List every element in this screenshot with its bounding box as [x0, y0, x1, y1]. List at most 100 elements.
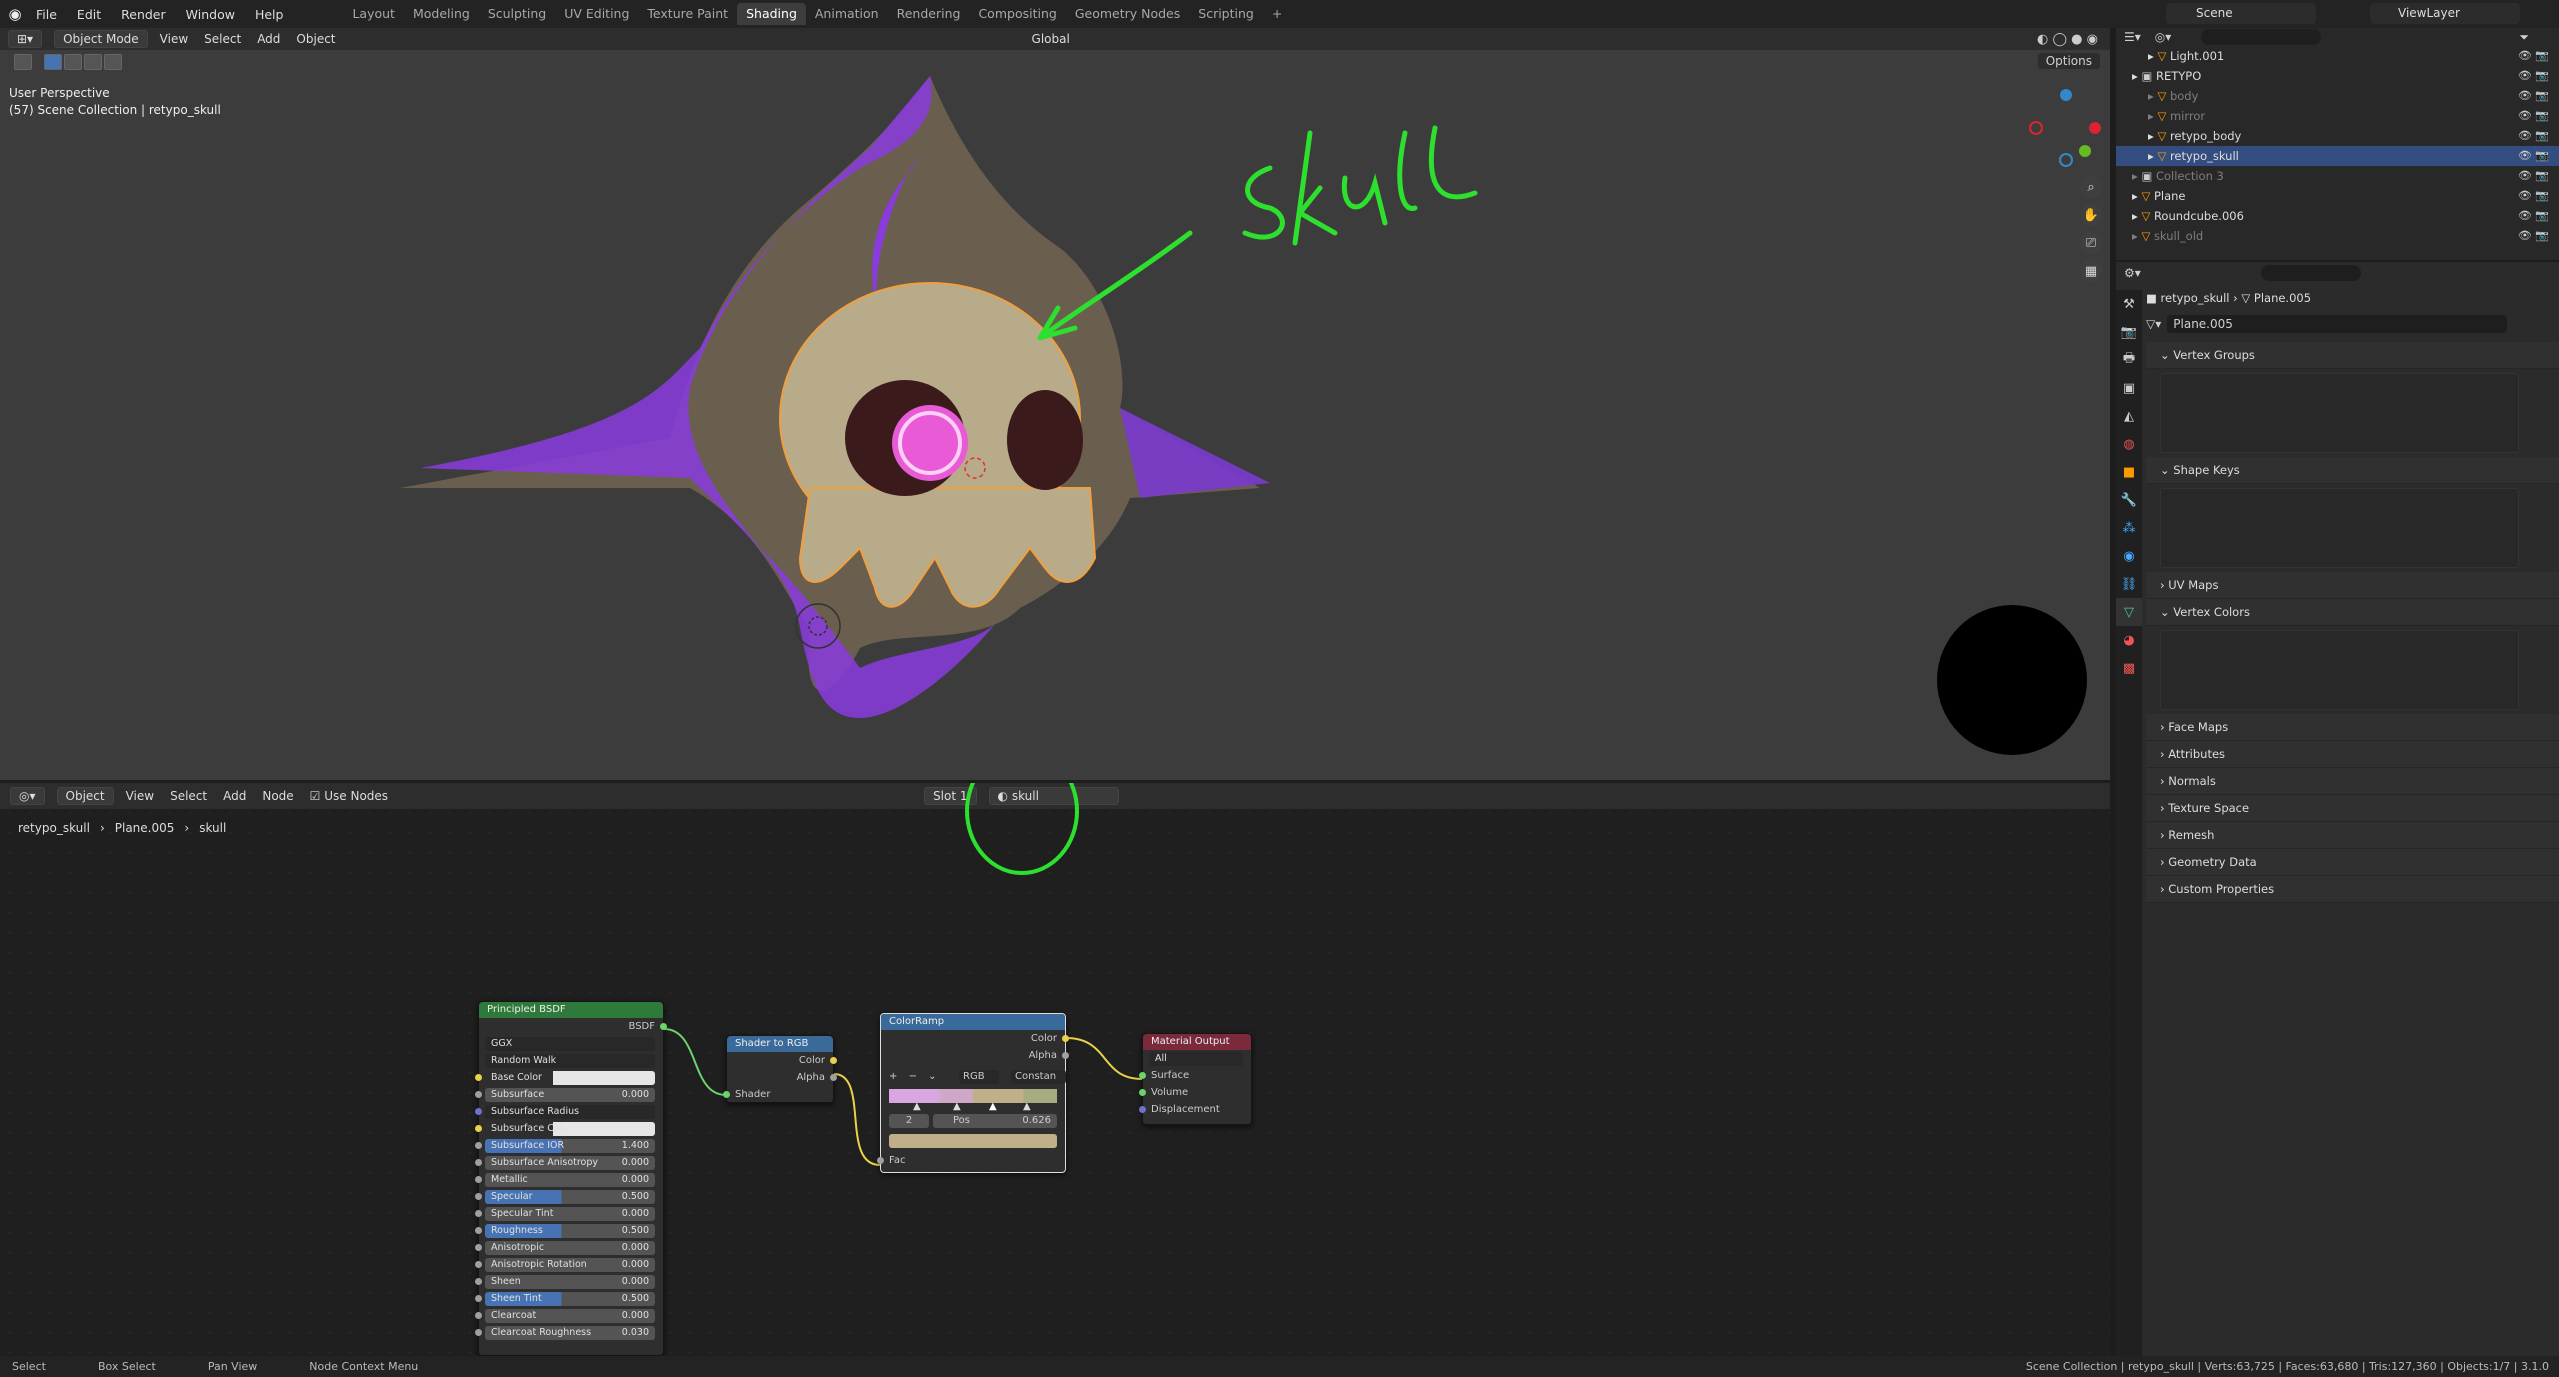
gizmo-z-icon[interactable] [2060, 89, 2072, 101]
property-section-header[interactable]: › Custom Properties [2146, 876, 2559, 903]
outliner-search-input[interactable] [2201, 29, 2322, 45]
bsdf-field[interactable]: Specular 0.500 [485, 1190, 655, 1204]
bsdf-field[interactable]: Subsurface 0.000 [485, 1088, 655, 1102]
scene-selector[interactable]: Scene [2166, 3, 2316, 24]
outliner-item[interactable]: ▸ ▣ Collection 3 👁 📷 [2116, 166, 2559, 186]
property-section-header[interactable]: › UV Maps [2146, 572, 2559, 599]
section-toggle-icon[interactable]: ⌄ [2160, 463, 2173, 477]
object-tab-icon[interactable]: ■ [2116, 458, 2142, 486]
ramp-stop-handle-active[interactable]: ▲ [989, 1101, 997, 1112]
tab-sculpting[interactable]: Sculpting [479, 3, 555, 25]
ramp-stop-handle[interactable]: ▲ [953, 1101, 961, 1112]
property-section-header[interactable]: › Normals [2146, 768, 2559, 795]
shader-to-rgb-node[interactable]: Shader to RGB Color Alpha Shader [723, 1035, 837, 1103]
node-title[interactable]: ColorRamp [881, 1014, 1065, 1030]
color-output-socket[interactable] [830, 1057, 837, 1064]
bsdf-input-socket[interactable] [475, 1329, 482, 1336]
tab-rendering[interactable]: Rendering [888, 3, 970, 25]
3d-viewport[interactable]: ⊞▾ Object Mode View Select Add Object Gl… [0, 28, 2110, 780]
gizmo-neg-z-icon[interactable] [2059, 153, 2073, 167]
bsdf-field[interactable]: Clearcoat Roughness 0.030 [485, 1326, 655, 1340]
properties-editor[interactable]: ⚙▾ ⚒ 📷 🖶 ▣ ◭ ◍ ■ 🔧 ⁂ ◉ ⛓ ▽ ◕ ▩ ■ retypo_… [2116, 262, 2559, 1356]
zoom-icon[interactable]: ⌕ [2080, 176, 2102, 198]
filter-icon[interactable]: ⏷ [2519, 30, 2529, 45]
bsdf-input-socket[interactable] [475, 1074, 482, 1081]
outliner-type-icon[interactable]: ☰▾ [2124, 30, 2141, 44]
add-workspace-icon[interactable]: + [1263, 3, 1291, 25]
visibility-icon[interactable]: 👁 📷 [2518, 166, 2549, 186]
tab-uv-editing[interactable]: UV Editing [555, 3, 638, 25]
bsdf-output-socket[interactable] [660, 1023, 667, 1030]
material-tab-icon[interactable]: ◕ [2116, 626, 2142, 654]
bsdf-input-socket[interactable] [475, 1193, 482, 1200]
property-section-header[interactable]: › Remesh [2146, 822, 2559, 849]
alpha-output-socket[interactable] [830, 1074, 837, 1081]
outliner-item[interactable]: ▸ ▽ Light.001 👁 📷 [2116, 46, 2559, 66]
tab-shading[interactable]: Shading [737, 3, 806, 25]
properties-type-icon[interactable]: ⚙▾ [2124, 266, 2141, 280]
add-stop-icon[interactable]: + [889, 1071, 897, 1082]
outliner-item[interactable]: ▸ ▽ retypo_skull 👁 📷 [2116, 146, 2559, 166]
section-toggle-icon[interactable]: ⌄ [2160, 605, 2173, 619]
menu-help[interactable]: Help [255, 7, 284, 22]
visibility-icon[interactable]: 👁 📷 [2518, 106, 2549, 126]
bsdf-input-socket[interactable] [475, 1278, 482, 1285]
view-layer-tab-icon[interactable]: ▣ [2116, 374, 2142, 402]
color-ramp-node[interactable]: ColorRamp Color Alpha + − ⌄ RGB Constan … [877, 1013, 1069, 1173]
section-toggle-icon[interactable]: ⌄ [2160, 348, 2173, 362]
bsdf-input-socket[interactable] [475, 1142, 482, 1149]
modifier-tab-icon[interactable]: 🔧 [2116, 486, 2142, 514]
property-section-header[interactable]: › Geometry Data [2146, 849, 2559, 876]
tab-scripting[interactable]: Scripting [1189, 3, 1263, 25]
bsdf-input-socket[interactable] [475, 1227, 482, 1234]
bsdf-input-socket[interactable] [475, 1312, 482, 1319]
pan-hand-icon[interactable]: ✋ [2080, 204, 2102, 226]
outliner-item[interactable]: ▸ ▽ Plane 👁 📷 [2116, 186, 2559, 206]
tab-geometry-nodes[interactable]: Geometry Nodes [1066, 3, 1189, 25]
bsdf-input-socket[interactable] [475, 1125, 482, 1132]
bsdf-input-socket[interactable] [475, 1108, 482, 1115]
ramp-menu-icon[interactable]: ⌄ [928, 1071, 936, 1082]
bsdf-field[interactable]: Subsurface Col... [485, 1122, 655, 1136]
outliner-item[interactable]: ▸ ▽ body 👁 📷 [2116, 86, 2559, 106]
distribution-dropdown[interactable]: GGX [485, 1037, 655, 1051]
texture-tab-icon[interactable]: ▩ [2116, 654, 2142, 682]
particles-tab-icon[interactable]: ⁂ [2116, 514, 2142, 542]
interpolation-dropdown[interactable]: Constan [1011, 1070, 1067, 1084]
menu-edit[interactable]: Edit [77, 7, 101, 22]
displacement-input-socket[interactable] [1139, 1106, 1146, 1113]
outliner-item[interactable]: ▸ ▽ Roundcube.006 👁 📷 [2116, 206, 2559, 226]
bsdf-input-socket[interactable] [475, 1261, 482, 1268]
outliner-item[interactable]: ▸ ▽ skull_old 👁 📷 [2116, 226, 2559, 246]
visibility-icon[interactable]: 👁 📷 [2518, 226, 2549, 246]
outliner-item[interactable]: ▸ ▣ RETYPO 👁 📷 [2116, 66, 2559, 86]
ramp-color-output-socket[interactable] [1062, 1035, 1069, 1042]
output-tab-icon[interactable]: 🖶 [2116, 346, 2142, 374]
principled-bsdf-node[interactable]: Principled BSDF BSDF GGX Random Walk Bas… [475, 1001, 667, 1356]
visibility-icon[interactable]: 👁 📷 [2518, 66, 2549, 86]
property-list-box[interactable] [2160, 373, 2519, 453]
property-section-header[interactable]: ⌄ Shape Keys [2146, 457, 2559, 484]
outliner-item[interactable]: ▸ ▽ retypo_body 👁 📷 [2116, 126, 2559, 146]
blender-logo-icon[interactable]: ◉ [0, 0, 30, 28]
menu-window[interactable]: Window [186, 7, 235, 22]
bsdf-field[interactable]: Specular Tint 0.000 [485, 1207, 655, 1221]
node-title[interactable]: Shader to RGB [727, 1036, 833, 1052]
mesh-data-name-field[interactable]: Plane.005 [2167, 315, 2508, 333]
constraints-tab-icon[interactable]: ⛓ [2116, 570, 2142, 598]
world-tab-icon[interactable]: ◍ [2116, 430, 2142, 458]
view-layer-selector[interactable]: ViewLayer [2370, 3, 2520, 24]
color-mode-dropdown[interactable]: RGB [959, 1070, 999, 1084]
node-title[interactable]: Material Output [1143, 1034, 1251, 1050]
ramp-alpha-output-socket[interactable] [1062, 1052, 1069, 1059]
volume-input-socket[interactable] [1139, 1089, 1146, 1096]
grid-icon[interactable]: ▦ [2080, 260, 2102, 282]
material-output-node[interactable]: Material Output All Surface Volume Displ… [1139, 1033, 1252, 1125]
visibility-icon[interactable]: 👁 📷 [2518, 46, 2549, 66]
shader-node-editor[interactable]: ◎▾ Object View Select Add Node ☑ Use Nod… [0, 783, 2110, 1356]
visibility-icon[interactable]: 👁 📷 [2518, 126, 2549, 146]
visibility-icon[interactable]: 👁 📷 [2518, 146, 2549, 166]
visibility-icon[interactable]: 👁 📷 [2518, 86, 2549, 106]
visibility-icon[interactable]: 👁 📷 [2518, 186, 2549, 206]
outliner[interactable]: ☰▾ ◎▾ ⏷ ▸ ▽ Light.001 👁 📷 ▸ ▣ RETYPO 👁 📷 ▸ ▽… [2116, 28, 2559, 260]
